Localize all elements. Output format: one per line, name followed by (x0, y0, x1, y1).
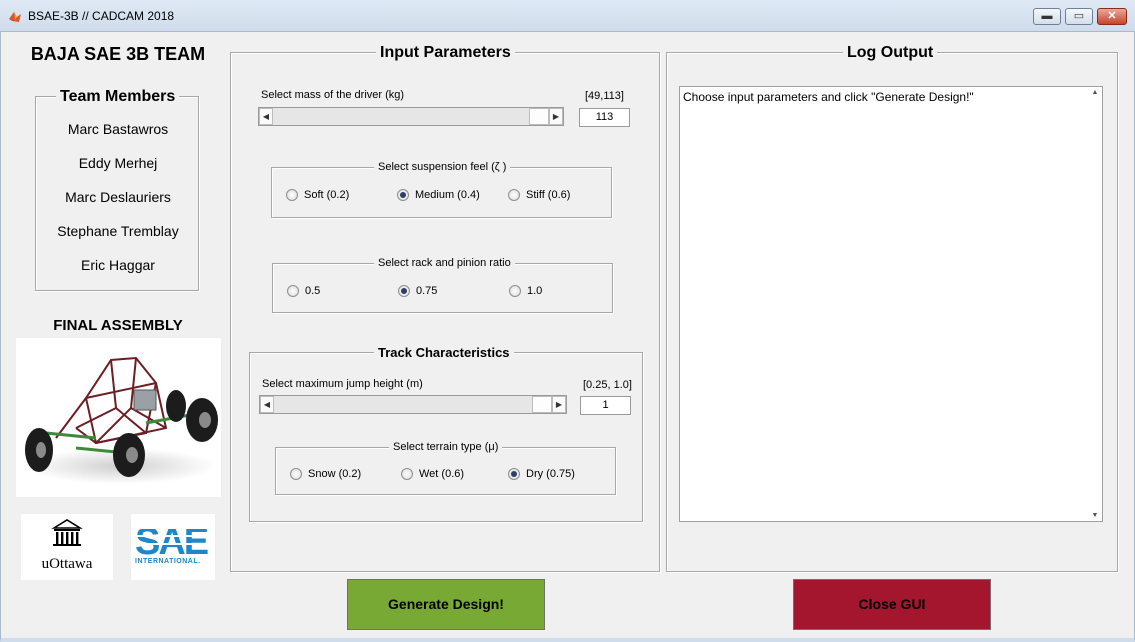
log-output-textarea[interactable]: Choose input parameters and click "Gener… (679, 86, 1103, 522)
radio-label: 1.0 (527, 285, 543, 297)
radio-icon (509, 285, 521, 297)
radio-suspension-stiff[interactable]: Stiff (0.6) (508, 189, 570, 201)
radio-label: Snow (0.2) (308, 468, 362, 480)
jump-height-label: Select maximum jump height (m) (262, 378, 423, 390)
log-output-text: Choose input parameters and click "Gener… (683, 90, 974, 104)
jump-height-slider[interactable]: ◀ ▶ (259, 395, 567, 414)
final-assembly-image (16, 338, 221, 497)
generate-design-button[interactable]: Generate Design! (347, 579, 545, 630)
matlab-icon (9, 12, 21, 22)
radio-icon (286, 189, 298, 201)
radio-label: Medium (0.4) (415, 189, 480, 201)
track-characteristics-title: Track Characteristics (374, 345, 514, 360)
radio-label: 0.5 (305, 285, 321, 297)
slider-thumb[interactable] (529, 108, 549, 125)
radio-icon (401, 468, 413, 480)
scroll-up-icon[interactable]: ▲ (1088, 89, 1102, 96)
team-member: Stephane Tremblay (57, 223, 179, 239)
radio-suspension-medium[interactable]: Medium (0.4) (397, 189, 480, 201)
window-title: BSAE-3B // CADCAM 2018 (28, 9, 175, 23)
jump-height-value[interactable]: 1 (580, 396, 631, 415)
final-assembly-title: FINAL ASSEMBLY (53, 317, 183, 334)
team-members-title: Team Members (56, 88, 180, 106)
radio-label: Wet (0.6) (419, 468, 465, 480)
radio-label: Dry (0.75) (526, 468, 575, 480)
radio-suspension-soft[interactable]: Soft (0.2) (286, 189, 349, 201)
team-title: BAJA SAE 3B TEAM (30, 44, 206, 64)
radio-icon (290, 468, 302, 480)
slider-left-arrow-icon[interactable]: ◀ (259, 108, 273, 125)
radio-icon (287, 285, 299, 297)
uottawa-building-icon (51, 519, 83, 546)
radio-ratio-0-5[interactable]: 0.5 (287, 285, 320, 297)
driver-mass-label: Select mass of the driver (kg) (261, 89, 405, 101)
log-scrollbar[interactable]: ▲ ▼ (1088, 87, 1102, 521)
log-output-title: Log Output (843, 44, 938, 62)
baja-car-render (25, 356, 218, 484)
terrain-type-title: Select terrain type (μ) (389, 441, 503, 453)
terrain-type-group: Select terrain type (μ) Snow (0.2) Wet (… (275, 441, 616, 495)
suspension-feel-title: Select suspension feel (ζ ) (374, 161, 511, 173)
maximize-button[interactable]: ▭ (1065, 8, 1093, 25)
radio-terrain-dry[interactable]: Dry (0.75) (508, 468, 575, 480)
jump-height-range: [0.25, 1.0] (583, 379, 632, 391)
radio-selected-icon (398, 285, 410, 297)
slider-left-arrow-icon[interactable]: ◀ (260, 396, 274, 413)
close-gui-button[interactable]: Close GUI (793, 579, 991, 630)
driver-mass-range: [49,113] (585, 90, 624, 102)
scroll-down-icon[interactable]: ▼ (1088, 512, 1102, 519)
radio-label: Stiff (0.6) (526, 189, 571, 201)
sae-subtext: INTERNATIONAL. (135, 558, 201, 565)
driver-mass-slider[interactable]: ◀ ▶ (258, 107, 564, 126)
radio-terrain-wet[interactable]: Wet (0.6) (401, 468, 464, 480)
sae-logo-mark: SAE (131, 521, 215, 563)
team-members-panel: Team Members Marc Bastawros Eddy Merhej … (35, 88, 199, 291)
radio-terrain-snow[interactable]: Snow (0.2) (290, 468, 361, 480)
radio-selected-icon (397, 189, 409, 201)
slider-right-arrow-icon[interactable]: ▶ (552, 396, 566, 413)
driver-mass-value[interactable]: 113 (579, 108, 630, 127)
close-window-button[interactable]: ✕ (1097, 8, 1127, 25)
team-member: Eric Haggar (81, 257, 155, 273)
radio-selected-icon (508, 468, 520, 480)
radio-icon (508, 189, 520, 201)
input-parameters-title: Input Parameters (376, 44, 515, 62)
suspension-feel-group: Select suspension feel (ζ ) Soft (0.2) M… (271, 161, 612, 218)
window-titlebar: BSAE-3B // CADCAM 2018 ▬ ▭ ✕ (0, 0, 1135, 32)
sae-logo-text: SAE (135, 521, 208, 558)
slider-thumb[interactable] (532, 396, 552, 413)
sae-international-logo: SAE INTERNATIONAL. (131, 514, 215, 580)
team-member: Eddy Merhej (78, 155, 158, 171)
radio-label: 0.75 (416, 285, 438, 297)
minimize-button[interactable]: ▬ (1033, 8, 1061, 25)
rack-pinion-group: Select rack and pinion ratio 0.5 0.75 1.… (272, 257, 613, 313)
team-member: Marc Bastawros (67, 121, 169, 137)
radio-ratio-1-0[interactable]: 1.0 (509, 285, 542, 297)
rack-pinion-title: Select rack and pinion ratio (374, 257, 515, 269)
team-member: Marc Deslauriers (65, 189, 171, 205)
uottawa-text: uOttawa (41, 556, 93, 572)
radio-label: Soft (0.2) (304, 189, 350, 201)
slider-right-arrow-icon[interactable]: ▶ (549, 108, 563, 125)
radio-ratio-0-75[interactable]: 0.75 (398, 285, 437, 297)
uottawa-logo: uOttawa (21, 514, 113, 580)
